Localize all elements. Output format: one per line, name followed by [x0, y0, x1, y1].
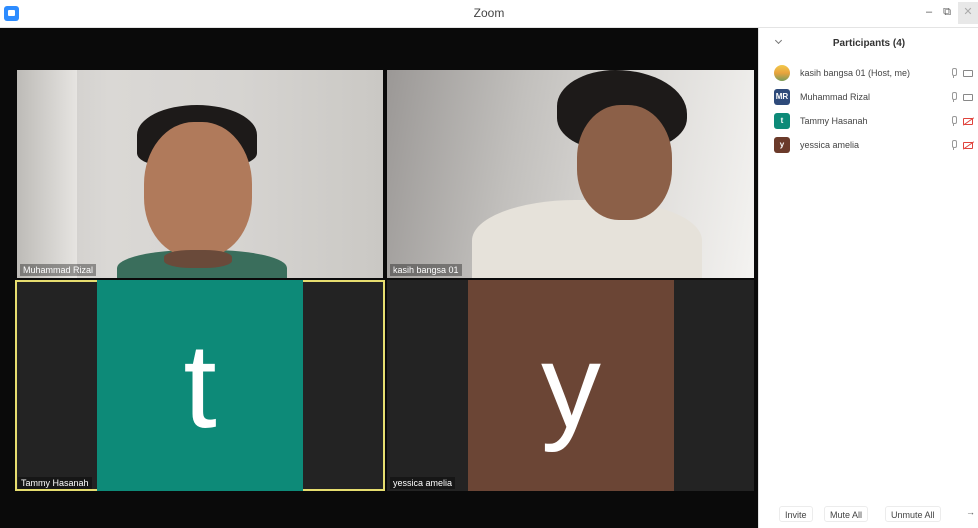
invite-button[interactable]: Invite	[779, 506, 813, 522]
microphone-icon[interactable]	[951, 116, 957, 126]
unmute-all-button[interactable]: Unmute All	[885, 506, 941, 522]
participant-row[interactable]: MR Muhammad Rizal	[759, 86, 978, 110]
mute-all-button[interactable]: Mute All	[824, 506, 869, 522]
avatar: MR	[774, 89, 790, 105]
participant-name: kasih bangsa 01 (Host, me)	[800, 68, 911, 78]
avatar: y	[774, 137, 790, 153]
participants-panel: Participants (4) kasih bangsa 01 (Host, …	[758, 28, 978, 528]
tile-name-label: Muhammad Rizal	[20, 264, 97, 276]
microphone-icon[interactable]	[951, 68, 957, 78]
tile-name-label: kasih bangsa 01	[390, 264, 462, 276]
close-button[interactable]: ✕	[958, 2, 978, 24]
participant-video-figure	[117, 100, 287, 278]
window-title: Zoom	[473, 6, 505, 20]
participants-title: Participants (4)	[832, 38, 906, 49]
more-options-icon[interactable]: →	[966, 507, 975, 517]
title-bar: Zoom – ⧉ ✕	[0, 0, 978, 28]
microphone-icon[interactable]	[951, 92, 957, 102]
maximize-button[interactable]: ⧉	[936, 2, 958, 24]
participant-row[interactable]: t Tammy Hasanah	[759, 110, 978, 134]
camera-off-icon[interactable]	[963, 142, 973, 149]
video-tile-muhammad-rizal[interactable]: Muhammad Rizal	[17, 70, 383, 278]
avatar	[774, 65, 790, 81]
camera-icon[interactable]	[963, 94, 973, 101]
tile-name-label: Tammy Hasanah	[18, 477, 92, 489]
participant-avatar-tile: y	[468, 280, 674, 491]
participant-video-figure	[472, 70, 702, 278]
participants-footer: Invite Mute All Unmute All →	[759, 500, 978, 528]
video-tile-kasih-bangsa-01[interactable]: kasih bangsa 01	[387, 70, 754, 278]
participant-name: Tammy Hasanah	[800, 116, 868, 126]
participant-row[interactable]: kasih bangsa 01 (Host, me)	[759, 62, 978, 86]
video-tile-tammy-hasanah[interactable]: t Tammy Hasanah	[15, 280, 385, 491]
microphone-icon[interactable]	[951, 140, 957, 150]
camera-off-icon[interactable]	[963, 118, 973, 125]
participants-list: kasih bangsa 01 (Host, me) MR Muhammad R…	[759, 62, 978, 158]
participant-row[interactable]: y yessica amelia	[759, 134, 978, 158]
tile-name-label: yessica amelia	[390, 477, 456, 489]
avatar: t	[774, 113, 790, 129]
camera-icon[interactable]	[963, 70, 973, 77]
gallery-view: Muhammad Rizal kasih bangsa 01 t Tammy H…	[0, 28, 758, 528]
participants-header: Participants (4)	[759, 28, 978, 58]
participant-name: yessica amelia	[800, 140, 860, 150]
participant-avatar-tile: t	[97, 280, 303, 491]
video-tile-yessica-amelia[interactable]: y yessica amelia	[387, 280, 754, 491]
participant-name: Muhammad Rizal	[800, 92, 871, 102]
